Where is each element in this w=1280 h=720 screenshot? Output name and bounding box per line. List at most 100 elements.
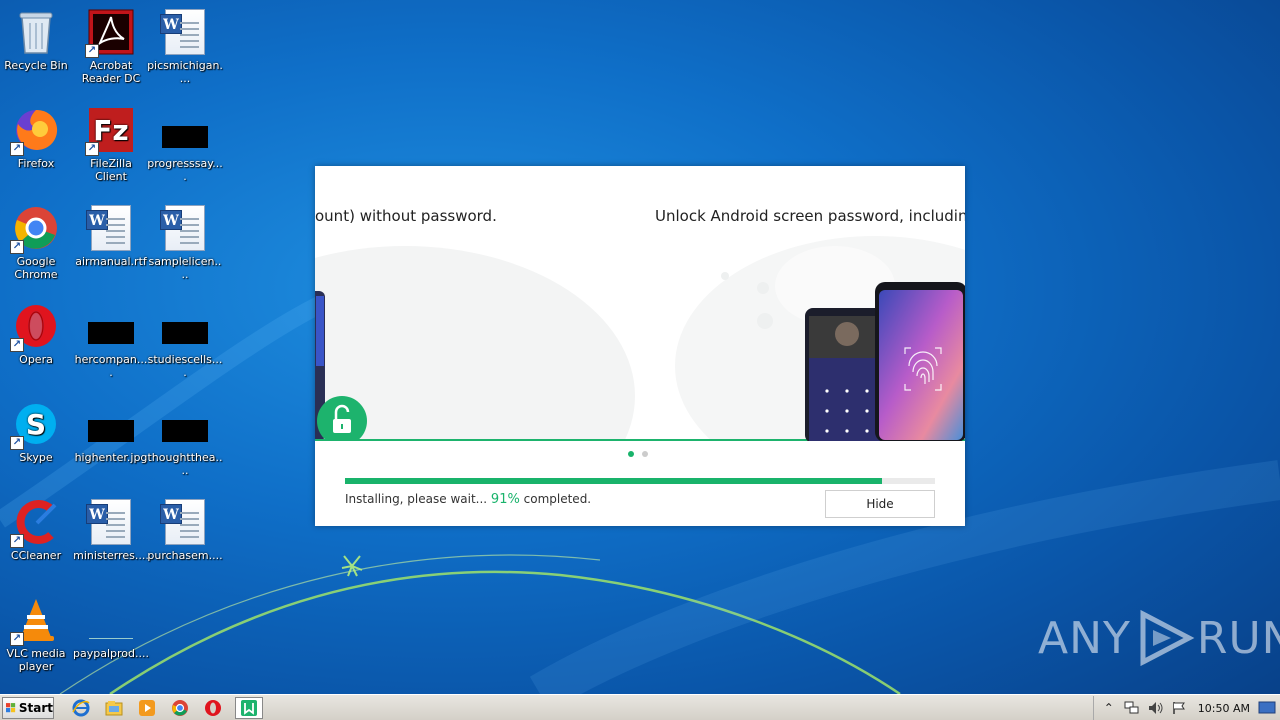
desktop-icon[interactable]: ↗ Acrobat Reader DC [73, 2, 149, 88]
watermark-right: RUN [1196, 612, 1280, 664]
status-percent: 91% [490, 492, 520, 507]
desktop-icon[interactable]: Fz ↗ FileZilla Client [73, 100, 149, 186]
banner-left-caption: ount) without password. [315, 207, 497, 225]
anyrun-watermark: ANY RUN [1038, 608, 1280, 668]
desktop-icon[interactable]: thoughtthea.... [147, 394, 223, 480]
banner-right-caption: Unlock Android screen password, includin [655, 207, 965, 225]
taskbar-chrome-icon[interactable] [169, 697, 191, 719]
acrobat-icon: ↗ [85, 8, 135, 58]
desktop-icon-label: Firefox [17, 157, 55, 170]
desktop-icon[interactable]: ↗ VLC media player [0, 590, 74, 676]
desktop-icon-label: highenter.jpg [74, 451, 148, 464]
taskbar-clock[interactable]: 10:50 AM [1198, 702, 1250, 715]
desktop-icon-label: paypalprod.... [73, 647, 149, 660]
desktop-icon[interactable]: studiescells.... [147, 296, 223, 382]
status-prefix: Installing, please wait... [345, 492, 491, 506]
play-logo-icon [1140, 609, 1195, 667]
desktop-icon-label: purchasem.... [147, 549, 223, 562]
action-center-flag-icon[interactable] [1172, 701, 1186, 715]
blank-file-icon [87, 302, 135, 350]
desktop-icon[interactable]: S ↗ Skype [0, 394, 74, 480]
desktop-icon[interactable]: ↗ Opera [0, 296, 74, 382]
word-doc-icon: W [86, 204, 135, 252]
ccleaner-icon: ↗ [10, 498, 60, 548]
word-doc-icon: W [160, 498, 209, 546]
system-tray: ⌃ 10:50 AM [1092, 696, 1280, 720]
desktop-icon-label: ministerres.... [73, 549, 149, 562]
desktop-icon[interactable]: ↗ Google Chrome [0, 198, 74, 284]
skype-icon: S ↗ [10, 400, 60, 450]
shortcut-arrow-icon: ↗ [10, 240, 24, 254]
install-progress-fill [345, 478, 882, 484]
carousel-dot-2[interactable] [642, 451, 648, 457]
taskbar-media-player-icon[interactable] [136, 697, 158, 719]
desktop-icon-label: FileZilla Client [90, 157, 132, 183]
desktop-icon[interactable]: Wairmanual.rtf [73, 198, 149, 284]
shortcut-arrow-icon: ↗ [10, 142, 24, 156]
taskbar-ie-icon[interactable] [70, 697, 92, 719]
word-doc-icon: W [86, 498, 135, 546]
installer-window: ount) without password. Unlock Android s… [315, 166, 965, 526]
show-desktop-icon[interactable] [1258, 700, 1276, 716]
desktop-icon[interactable]: highenter.jpg [73, 394, 149, 480]
network-icon[interactable] [1124, 701, 1140, 715]
desktop-icon-label: Skype [19, 451, 53, 464]
taskbar: Start ⌃ 10:50 AM [0, 694, 1280, 720]
desktop-icon[interactable]: Wpurchasem.... [147, 492, 223, 578]
desktop-icon-label: hercompan.... [74, 353, 148, 379]
start-label: Start [18, 700, 53, 715]
desktop-icon[interactable]: progresssay.... [147, 100, 223, 186]
desktop-icon[interactable]: Recycle Bin [0, 2, 74, 88]
desktop-icon-label: airmanual.rtf [75, 255, 147, 268]
shortcut-arrow-icon: ↗ [10, 632, 24, 646]
blank-file-icon [87, 596, 135, 644]
desktop-icon[interactable]: Wsamplelicen.... [147, 198, 223, 284]
word-doc-icon: W [160, 8, 209, 56]
taskbar-explorer-icon[interactable] [103, 697, 125, 719]
filezilla-icon: Fz ↗ [85, 106, 135, 156]
windows-logo-icon [6, 702, 16, 712]
blank-file-icon [161, 302, 209, 350]
desktop-icon[interactable]: ↗ Firefox [0, 100, 74, 186]
blank-file-icon [161, 400, 209, 448]
desktop-icon[interactable]: Wpicsmichigan.... [147, 2, 223, 88]
taskbar-installer-icon[interactable] [235, 696, 263, 719]
firefox-icon: ↗ [10, 106, 60, 156]
desktop-icon[interactable]: paypalprod.... [73, 590, 149, 676]
desktop-icon-label: VLC media player [6, 647, 66, 673]
opera-icon: ↗ [10, 302, 60, 352]
svg-text:S: S [26, 408, 46, 441]
hide-button[interactable]: Hide [825, 490, 935, 518]
blank-file-icon [161, 106, 209, 154]
shortcut-arrow-icon: ↗ [10, 436, 24, 450]
start-button[interactable]: Start [2, 696, 54, 719]
status-suffix: completed. [519, 492, 592, 506]
desktop-icon[interactable]: Wministerres.... [73, 492, 149, 578]
desktop-icon-label: picsmichigan.... [147, 59, 223, 85]
desktop-icon-label: Recycle Bin [4, 59, 68, 72]
carousel-dot-1[interactable] [628, 451, 634, 457]
watermark-left: ANY [1038, 612, 1131, 664]
shortcut-arrow-icon: ↗ [85, 44, 99, 58]
word-doc-icon: W [160, 204, 209, 252]
volume-icon[interactable] [1148, 701, 1164, 715]
shortcut-arrow-icon: ↗ [10, 338, 24, 352]
blank-file-icon [87, 400, 135, 448]
taskbar-opera-icon[interactable] [202, 697, 224, 719]
desktop-icon[interactable]: hercompan.... [73, 296, 149, 382]
install-progress-bar [345, 478, 935, 484]
desktop-icon-label: Acrobat Reader DC [81, 59, 141, 85]
shortcut-arrow-icon: ↗ [85, 142, 99, 156]
desktop-icon-label: Google Chrome [14, 255, 58, 281]
shortcut-arrow-icon: ↗ [10, 534, 24, 548]
desktop-icon-label: samplelicen.... [148, 255, 222, 281]
chrome-icon: ↗ [10, 204, 60, 254]
installer-banner: ount) without password. Unlock Android s… [315, 166, 965, 441]
desktop-icon-label: progresssay.... [147, 157, 223, 183]
carousel-dots [628, 451, 648, 457]
desktop-icon[interactable]: ↗ CCleaner [0, 492, 74, 578]
install-status: Installing, please wait... 91% completed… [345, 492, 591, 507]
tray-expand-icon[interactable]: ⌃ [1104, 701, 1114, 715]
desktop-icon-label: CCleaner [10, 549, 62, 562]
desktop-icon-label: studiescells.... [147, 353, 223, 379]
